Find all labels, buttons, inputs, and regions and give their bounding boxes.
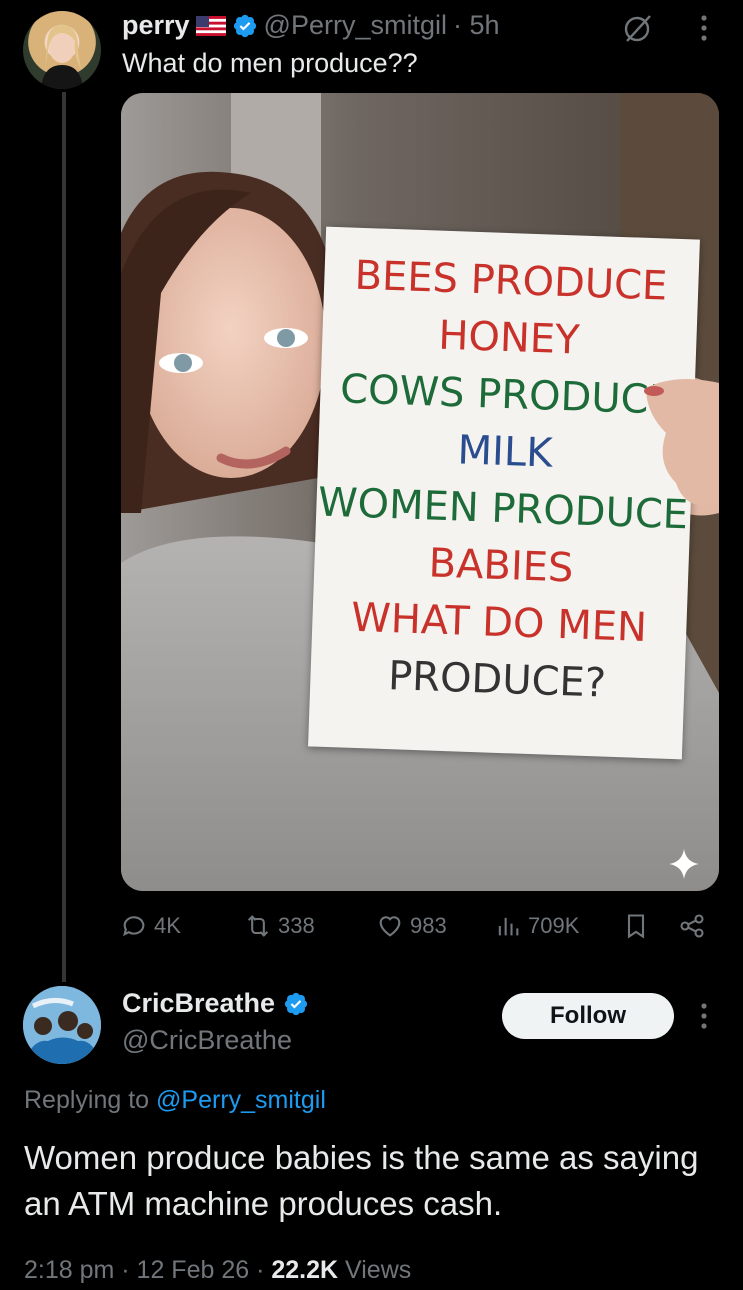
- reply-author-name[interactable]: CricBreathe: [122, 988, 275, 1019]
- repost-icon: [247, 915, 269, 937]
- like-count: 983: [410, 913, 447, 938]
- thread-line: [62, 92, 66, 982]
- repost-count: 338: [278, 913, 315, 938]
- reply-views-count: 22.2K: [271, 1256, 339, 1284]
- replying-to-handle[interactable]: @Perry_smitgil: [156, 1086, 326, 1114]
- post-time: · 5h: [452, 10, 500, 40]
- tweet-text: What do men produce??: [122, 48, 418, 78]
- reply-author-handle[interactable]: @CricBreathe: [122, 1025, 292, 1056]
- repost-button[interactable]: 338: [244, 912, 315, 940]
- like-button[interactable]: 983: [376, 912, 447, 940]
- more-icon[interactable]: [696, 12, 712, 44]
- reply-timestamp[interactable]: 2:18 pm · 12 Feb 26 ·: [24, 1256, 264, 1284]
- author-handle[interactable]: @Perry_smitgil: [264, 10, 447, 41]
- heart-icon: [379, 916, 401, 937]
- bookmark-button[interactable]: [622, 912, 650, 940]
- hand: [644, 379, 719, 506]
- author-name[interactable]: perry: [122, 10, 190, 41]
- analytics-icon: [498, 917, 519, 936]
- more-icon[interactable]: [696, 1000, 712, 1032]
- flag-icon: [195, 15, 226, 36]
- tweet-media[interactable]: BEES PRODUCE HONEY COWS PRODUCE MILK WOM…: [121, 93, 719, 891]
- reply-count: 4K: [154, 913, 181, 938]
- reply-button[interactable]: 4K: [120, 912, 181, 940]
- replying-to-label: Replying to: [24, 1086, 150, 1114]
- avatar[interactable]: [23, 11, 101, 89]
- reply-header: CricBreathe: [122, 988, 309, 1019]
- grok-icon[interactable]: [622, 12, 654, 44]
- follow-button[interactable]: Follow: [502, 993, 674, 1039]
- reply-icon: [123, 916, 145, 937]
- reply-avatar[interactable]: [23, 986, 101, 1064]
- bookmark-icon: [627, 914, 645, 939]
- views-button[interactable]: 709K: [494, 912, 579, 940]
- share-icon: [680, 914, 704, 938]
- reply-text: Women produce babies is the same as sayi…: [24, 1139, 699, 1222]
- reply-views-label: Views: [345, 1256, 412, 1284]
- share-button[interactable]: [678, 912, 706, 940]
- views-count: 709K: [528, 913, 580, 938]
- reply-meta: 2:18 pm · 12 Feb 26 · 22.2K Views: [24, 1256, 411, 1285]
- sparkle-icon[interactable]: [669, 849, 699, 879]
- verified-icon: [232, 13, 258, 39]
- tweet-header: perry @Perry_smitgil · 5h: [122, 10, 500, 41]
- replying-to: Replying to @Perry_smitgil: [24, 1086, 326, 1115]
- verified-icon: [283, 991, 309, 1017]
